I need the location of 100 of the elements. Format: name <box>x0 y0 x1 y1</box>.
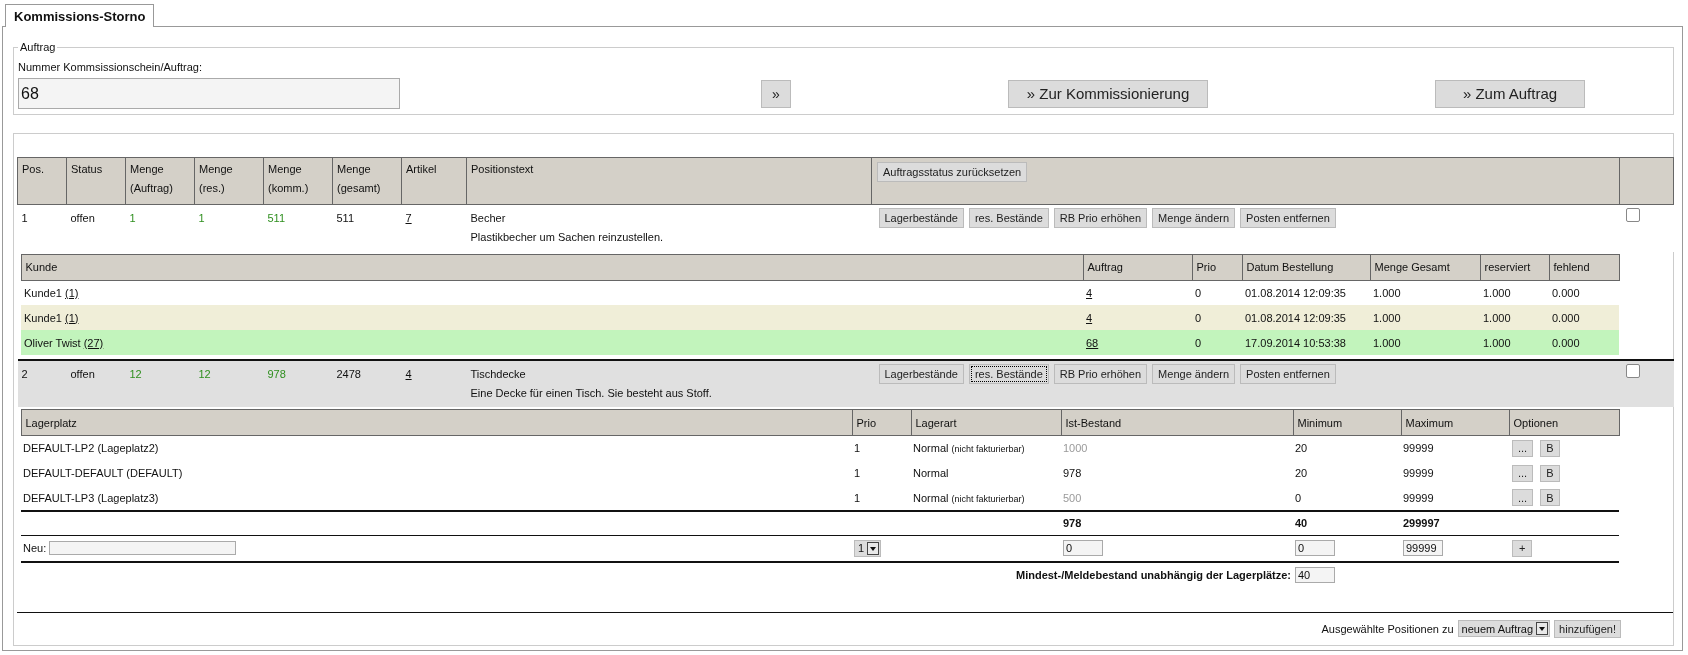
option-button[interactable]: ... <box>1512 489 1534 506</box>
action-button[interactable]: Menge ändern <box>1152 364 1236 384</box>
fieldset-legend: Auftrag <box>18 41 58 53</box>
action-button[interactable]: RB Prio erhöhen <box>1053 208 1148 228</box>
table-cell: 0 <box>1192 330 1242 355</box>
table-cell: 99999 <box>1401 435 1509 461</box>
action-button[interactable]: Posten entfernen <box>1240 208 1336 228</box>
new-location-field[interactable] <box>49 541 237 556</box>
article-link[interactable]: 7 <box>405 212 412 224</box>
table-cell-text: 1 <box>853 466 862 481</box>
table-cell: 1 <box>194 204 264 252</box>
column-header: Minimum <box>1293 409 1401 436</box>
total-cell: 40 <box>1293 510 1401 536</box>
action-button[interactable]: RB Prio erhöhen <box>1053 364 1148 384</box>
option-button[interactable]: B <box>1540 464 1560 482</box>
table-cell: 0.000 <box>1549 305 1619 330</box>
column-header: Menge Gesamt <box>1370 254 1480 280</box>
option-button[interactable]: B <box>1540 439 1560 457</box>
number-field[interactable]: 40 <box>1295 567 1335 583</box>
add-row-button[interactable]: + <box>1512 539 1533 557</box>
table-cell: 2 <box>17 360 67 407</box>
option-button[interactable]: ... <box>1512 464 1534 482</box>
column-header: Datum Bestellung <box>1242 254 1370 280</box>
column-header: Optionen <box>1509 409 1619 436</box>
table-cell: 1.000 <box>1480 330 1549 355</box>
field-label: Mindest-/Meldebestand unabhängig der Lagerplätze: <box>1015 569 1291 581</box>
column-header: Ist-Bestand <box>1061 409 1293 436</box>
action-button[interactable]: Posten entfernen <box>1240 364 1336 384</box>
action-button[interactable]: res. Bestände <box>968 364 1049 384</box>
table-cell: 1.000 <box>1480 280 1549 305</box>
table-cell: 01.08.2014 12:09:35 <box>1242 305 1370 330</box>
column-header: Pos. <box>17 157 67 205</box>
table-cell: 12 <box>125 360 195 407</box>
customer-link[interactable]: (1) <box>65 286 79 299</box>
field-label: Nummer Kommsissionschein/Auftrag: <box>18 61 203 73</box>
article-name: Tischdecke <box>470 368 527 380</box>
total-cell: 299997 <box>1401 510 1509 536</box>
reset-status-button[interactable]: Auftragsstatus zurücksetzen <box>877 162 1028 182</box>
storage-type: Normal <box>913 442 949 455</box>
customer-link[interactable]: (1) <box>65 311 79 324</box>
number-field[interactable]: 0 <box>1063 540 1103 557</box>
table-cell: 17.09.2014 10:53:38 <box>1242 330 1370 355</box>
article-description: Plastikbecher um Sachen reinzustellen. <box>470 231 665 243</box>
order-link[interactable]: 68 <box>1086 336 1099 349</box>
storage-note: (nicht fakturierbar) <box>951 493 1025 504</box>
table-cell: 12 <box>194 360 264 407</box>
table-cell: 01.08.2014 12:09:35 <box>1242 280 1370 305</box>
table-cell: 20 <box>1293 435 1401 461</box>
add-button[interactable]: hinzufügen! <box>1554 619 1621 638</box>
storage-type: Normal <box>913 491 949 504</box>
table-cell: 978 <box>263 360 333 407</box>
table-cell: 1 <box>852 485 911 511</box>
table-cell: 511 <box>332 204 402 252</box>
field-label: Neu: <box>23 542 47 555</box>
number-field[interactable]: 0 <box>1295 540 1335 557</box>
action-button[interactable]: Lagerbestände <box>878 208 964 228</box>
column-header: fehlend <box>1549 254 1619 280</box>
column-header: Lagerart <box>911 409 1061 436</box>
table-cell: 511 <box>263 204 333 252</box>
order-link[interactable]: 4 <box>1086 311 1093 324</box>
option-button[interactable]: ... <box>1512 439 1534 457</box>
table-cell-text: 20 <box>1294 466 1309 481</box>
nav-button[interactable]: » Zum Auftrag <box>1435 79 1585 108</box>
article-name: Becher <box>470 212 507 224</box>
customer-link[interactable]: (27) <box>83 336 104 349</box>
table-cell-text: 978 <box>1062 466 1083 481</box>
column-header: Maximum <box>1401 409 1509 436</box>
order-number-field[interactable]: 68 <box>18 78 400 109</box>
table-cell: 1 <box>852 435 911 461</box>
action-button[interactable]: res. Bestände <box>968 208 1049 228</box>
total-cell: 978 <box>1061 510 1293 536</box>
caret-icon <box>867 541 880 555</box>
table-cell: DEFAULT-LP3 (Lageplatz3) <box>21 485 852 511</box>
column-header: Prio <box>1192 254 1242 280</box>
checkbox[interactable] <box>1625 364 1640 378</box>
order-link[interactable]: 4 <box>1086 286 1093 299</box>
customer-name: Kunde1 <box>24 311 62 324</box>
number-field[interactable]: 99999 <box>1403 540 1443 557</box>
nav-button[interactable]: » Zur Kommissionierung <box>1008 79 1208 108</box>
target-select[interactable]: neuem Auftrag <box>1457 620 1551 637</box>
action-button[interactable]: Menge ändern <box>1152 208 1236 228</box>
table-cell: offen <box>66 360 126 407</box>
table-cell: 2478 <box>332 360 402 407</box>
tab[interactable]: Kommissions-Storno <box>5 4 155 27</box>
column-header: Auftrag <box>1083 254 1192 280</box>
table-cell: 0 <box>1293 485 1401 511</box>
table-cell-text: DEFAULT-DEFAULT (DEFAULT) <box>22 466 184 481</box>
column-header: Status <box>66 157 126 205</box>
go-button[interactable]: » <box>761 79 791 108</box>
column-header: Menge (res.) <box>194 157 264 205</box>
footer-label: Ausgewählte Positionen zu <box>1321 622 1454 635</box>
prio-select[interactable]: 1 <box>854 539 882 557</box>
column-header: Menge (Auftrag) <box>125 157 195 205</box>
table-cell: 1.000 <box>1370 330 1480 355</box>
article-description: Eine Decke für einen Tisch. Sie besteht aus Stoff. <box>470 387 713 399</box>
article-link[interactable]: 4 <box>405 368 412 380</box>
checkbox[interactable] <box>1625 208 1640 222</box>
table-cell-text: Normal <box>912 466 950 481</box>
action-button[interactable]: Lagerbestände <box>878 364 964 384</box>
option-button[interactable]: B <box>1540 489 1560 506</box>
